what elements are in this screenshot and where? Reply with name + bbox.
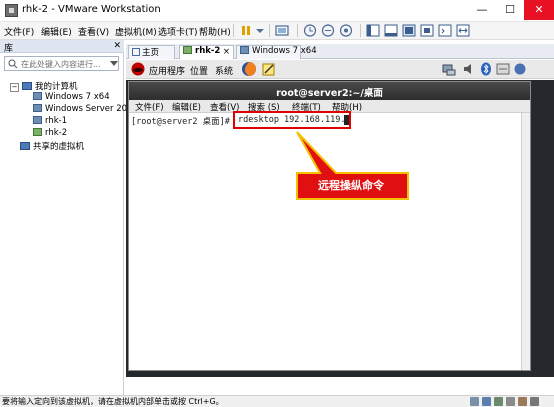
computer-icon xyxy=(22,82,32,90)
bluetooth-icon[interactable] xyxy=(480,62,492,76)
terminal-title-bar[interactable]: root@server2:~/桌面 xyxy=(129,82,530,100)
tree-item-rhk-2[interactable]: rhk-2 xyxy=(33,128,67,140)
terminal-title: root@server2:~/桌面 xyxy=(276,88,383,99)
tree-root-my-computer[interactable]: − 我的计算机 xyxy=(10,80,78,92)
toolbar-separator xyxy=(360,24,361,37)
tree-item-label: rhk-2 xyxy=(45,128,68,138)
vm-icon xyxy=(33,116,42,124)
menu-bar: 文件(F) 编辑(E) 查看(V) 虚拟机(M) 选项卡(T) 帮助(H) xyxy=(0,22,554,40)
updates-icon[interactable] xyxy=(496,62,510,76)
menu-view[interactable]: 查看(V) xyxy=(78,25,109,38)
guest-top-panel: 应用程序 位置 系统 xyxy=(126,60,554,79)
user-icon[interactable] xyxy=(514,63,526,75)
close-button[interactable]: ✕ xyxy=(524,0,554,20)
menu-vm[interactable]: 虚拟机(M) xyxy=(115,25,157,38)
toolbar-separator xyxy=(269,24,270,37)
unity-icon[interactable] xyxy=(419,23,435,38)
guest-menu-applications[interactable]: 应用程序 xyxy=(149,64,185,77)
redhat-icon[interactable] xyxy=(131,62,145,76)
snapshot-icon[interactable] xyxy=(302,23,318,38)
usb-icon[interactable] xyxy=(506,397,515,406)
library-close-icon[interactable]: ✕ xyxy=(113,41,121,51)
shared-vms-icon xyxy=(20,142,30,150)
window-title: rhk-2 - VMware Workstation xyxy=(22,4,161,15)
tree-root-label: 我的计算机 xyxy=(35,82,78,92)
guest-menu-system[interactable]: 系统 xyxy=(215,64,233,77)
vm-icon xyxy=(33,92,42,100)
menu-file[interactable]: 文件(F) xyxy=(4,25,34,38)
library-search-input[interactable]: 在此处键入内容进行... xyxy=(4,56,119,71)
status-message: 要将输入定向到该虚拟机，请在虚拟机内部单击或按 Ctrl+G。 xyxy=(2,397,224,406)
terminal-menu-edit[interactable]: 编辑(E) xyxy=(172,101,201,113)
collapse-icon[interactable]: − xyxy=(10,83,19,92)
status-bar: 要将输入定向到该虚拟机，请在虚拟机内部单击或按 Ctrl+G。 xyxy=(0,395,554,407)
menu-edit[interactable]: 编辑(E) xyxy=(41,25,72,38)
full-screen-icon[interactable] xyxy=(401,23,417,38)
show-library-icon[interactable] xyxy=(365,23,381,38)
command-highlight-box xyxy=(233,111,351,129)
snapshot-manager-icon[interactable] xyxy=(338,23,354,38)
tree-item-label: Windows Server 200 xyxy=(45,104,133,114)
guest-menu-places[interactable]: 位置 xyxy=(190,64,208,77)
network-icon[interactable] xyxy=(442,62,456,76)
home-icon xyxy=(132,48,140,56)
tab-windows7[interactable]: Windows 7 x64 xyxy=(236,45,317,59)
network-adapter-icon[interactable] xyxy=(494,397,503,406)
vm-icon xyxy=(33,104,42,112)
tree-item-windows-server[interactable]: Windows Server 200 xyxy=(33,104,132,116)
vm-icon xyxy=(240,46,249,54)
vm-icon xyxy=(183,46,192,54)
power-dropdown-icon[interactable] xyxy=(254,23,270,38)
chevron-down-icon[interactable] xyxy=(110,61,118,67)
cd-dvd-icon[interactable] xyxy=(482,397,491,406)
tab-close-icon[interactable]: × xyxy=(223,47,230,57)
display-icon[interactable] xyxy=(530,397,539,406)
library-header: 库 ✕ xyxy=(0,40,124,54)
tab-rhk-2[interactable]: rhk-2 × xyxy=(179,45,234,59)
vm-running-icon xyxy=(33,128,42,136)
stretch-guest-icon[interactable] xyxy=(455,23,471,38)
terminal-menu-file[interactable]: 文件(F) xyxy=(135,101,164,113)
window-title-bar: rhk-2 - VMware Workstation — ☐ ✕ xyxy=(0,0,554,22)
library-title: 库 xyxy=(4,44,14,54)
tree-item-windows7[interactable]: Windows 7 x64 xyxy=(33,92,110,104)
vmware-app-icon xyxy=(5,4,18,17)
thumbnail-bar-icon[interactable] xyxy=(383,23,399,38)
tree-item-label: Windows 7 x64 xyxy=(45,92,110,102)
edit-notes-icon[interactable] xyxy=(261,61,277,77)
sound-icon[interactable] xyxy=(518,397,527,406)
hard-disk-icon[interactable] xyxy=(470,397,479,406)
pause-icon[interactable] xyxy=(238,23,254,38)
console-view-icon[interactable] xyxy=(437,23,453,38)
tree-item-shared-vms[interactable]: 共享的虚拟机 xyxy=(20,140,84,152)
tab-home[interactable]: 主页 xyxy=(128,45,175,59)
firefox-icon[interactable] xyxy=(241,61,257,77)
terminal-output[interactable]: [root@server2 桌面]# rdesktop 192.168.119.… xyxy=(129,113,521,370)
terminal-scrollbar[interactable] xyxy=(521,113,530,370)
tab-label: Windows 7 x64 xyxy=(252,46,317,56)
revert-snapshot-icon[interactable] xyxy=(320,23,336,38)
toolbar-separator xyxy=(233,24,234,37)
volume-icon[interactable] xyxy=(462,62,476,76)
toolbar-separator xyxy=(297,24,298,37)
minimize-button[interactable]: — xyxy=(468,0,496,20)
tab-label: rhk-2 xyxy=(195,46,221,56)
search-icon xyxy=(8,59,18,69)
shell-prompt: [root@server2 桌面]# xyxy=(131,117,230,127)
library-search-placeholder: 在此处键入内容进行... xyxy=(21,60,101,69)
tree-item-rhk-1[interactable]: rhk-1 xyxy=(33,116,67,128)
tree-item-label: 共享的虚拟机 xyxy=(33,142,85,152)
maximize-button[interactable]: ☐ xyxy=(496,0,524,20)
menu-help[interactable]: 帮助(H) xyxy=(199,25,231,38)
callout-text: 远程操纵命令 xyxy=(318,179,384,192)
tree-item-label: rhk-1 xyxy=(45,116,68,126)
send-ctrl-alt-del-icon[interactable] xyxy=(274,23,290,38)
tab-label: 主页 xyxy=(142,48,160,58)
library-panel: 库 ✕ 在此处键入内容进行... − 我的计算机 Windows 7 x64 Wi… xyxy=(0,40,132,395)
menu-tabs[interactable]: 选项卡(T) xyxy=(158,25,198,38)
